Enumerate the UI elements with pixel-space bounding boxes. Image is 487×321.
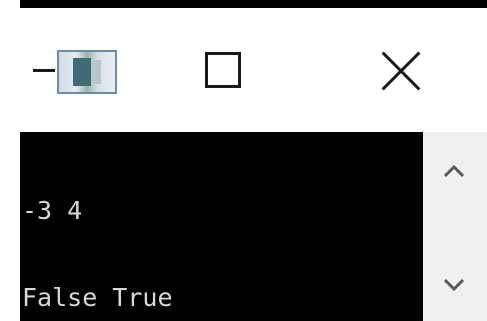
console-output[interactable]: -3 4 False True <box>20 132 423 321</box>
chevron-up-icon[interactable] <box>443 164 465 178</box>
console-line: -3 4 <box>22 196 83 225</box>
chevron-down-icon[interactable] <box>443 278 465 292</box>
minimize-icon[interactable] <box>33 69 55 72</box>
console-window: -3 4 False True <box>0 0 487 321</box>
chevron-up-shape <box>443 164 465 178</box>
chevron-down-shape <box>443 278 465 292</box>
window-thumbnail-icon <box>57 50 117 94</box>
close-icon[interactable] <box>380 50 422 92</box>
maximize-icon[interactable] <box>205 52 241 88</box>
window-top-edge <box>20 0 487 8</box>
vertical-scrollbar[interactable] <box>423 132 487 321</box>
thumbnail-inner-shape <box>73 58 91 86</box>
console-line: False True <box>22 283 173 312</box>
thumbnail-inner-shape-2 <box>93 60 101 84</box>
